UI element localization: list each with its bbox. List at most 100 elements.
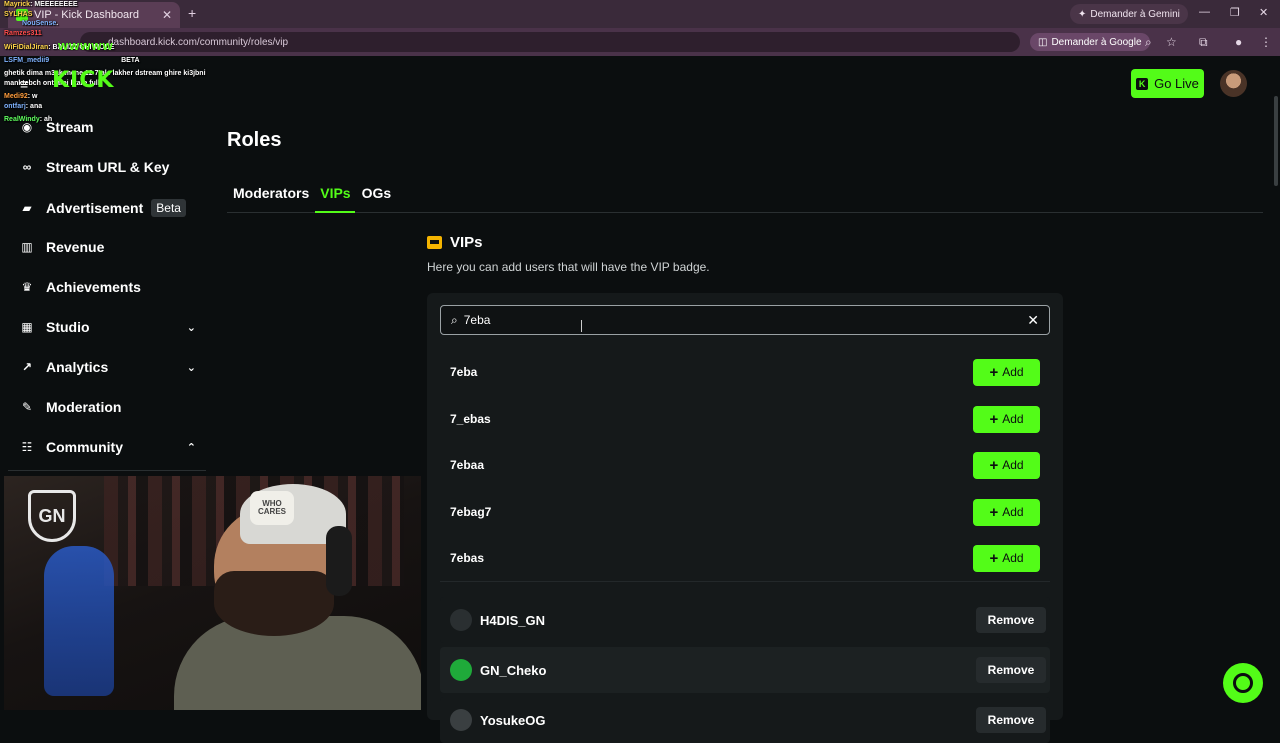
role-tabs: Moderators VIPs OGs — [233, 185, 402, 201]
search-input[interactable]: ⌕ 7eba ✕ — [440, 305, 1050, 335]
community-icon: ☷ — [21, 440, 33, 454]
add-vip-button[interactable]: + Add — [973, 544, 1040, 572]
google-chip-label: Demander à Google — [1051, 36, 1142, 48]
chevron-up-icon[interactable]: ⌃ — [187, 441, 196, 454]
wrench-icon: ✎ — [21, 400, 33, 414]
add-vip-button[interactable]: + Add — [973, 451, 1040, 479]
search-result-item: 7eba + Add — [440, 349, 1050, 395]
close-window-icon[interactable]: ✕ — [1259, 6, 1268, 19]
chat-line: WiFiDialJiran: BALIZZ CHI MODE — [4, 44, 115, 51]
result-username: 7eba — [450, 365, 478, 379]
sidebar-divider — [8, 470, 206, 471]
chart-icon: ▥ — [21, 240, 33, 254]
search-icon: ⌕ — [451, 312, 458, 327]
chat-line: LSFM_medii9 BETA — [4, 56, 140, 64]
bookmark-star-icon[interactable]: ☆ — [1166, 35, 1177, 49]
user-avatar[interactable] — [1220, 70, 1247, 97]
vip-avatar — [450, 709, 472, 731]
vip-list-item: GN_Cheko Remove — [440, 647, 1050, 693]
section-header: VIPs — [427, 234, 483, 251]
page-title: Roles — [227, 129, 282, 151]
sidebar-item-label: Revenue — [46, 239, 105, 255]
vip-avatar — [450, 659, 472, 681]
gemini-chip[interactable]: ✦ Demander à Gemini — [1070, 4, 1188, 24]
extensions-icon[interactable]: ⧉ — [1199, 35, 1208, 50]
sidebar-item-studio[interactable]: ▦ Studio ⌄ — [20, 319, 196, 335]
go-live-button[interactable]: K Go Live — [1131, 69, 1204, 98]
headset-icon — [1233, 673, 1253, 693]
sidebar-item-community[interactable]: ☷ Community ⌃ — [20, 439, 196, 455]
vip-list-item: YosukeOG Remove — [440, 697, 1050, 743]
google-chip[interactable]: ◫ Demander à Google — [1030, 33, 1150, 51]
search-value: 7eba — [463, 313, 491, 327]
streamer-beard — [214, 571, 334, 636]
remove-vip-button[interactable]: Remove — [976, 657, 1046, 683]
remove-vip-button[interactable]: Remove — [976, 607, 1046, 633]
active-tab-indicator — [315, 211, 355, 213]
plus-icon: + — [989, 363, 999, 381]
text-cursor — [581, 320, 583, 332]
sidebar-item-achievements[interactable]: ♛ Achievements — [20, 279, 196, 295]
section-title: VIPs — [450, 234, 483, 251]
result-username: 7ebag7 — [450, 505, 492, 519]
hamburger-menu-icon[interactable]: ≡ — [20, 76, 28, 92]
sidebar-item-label: Analytics — [46, 359, 109, 375]
sidebar-item-advertisement[interactable]: ▰ Advertisement Beta — [20, 199, 196, 217]
tab-ogs[interactable]: OGs — [362, 185, 392, 201]
chat-line: Medi92: w — [4, 93, 38, 100]
sidebar-item-label: Achievements — [46, 279, 141, 295]
lens-icon: ◫ — [1038, 36, 1048, 48]
add-vip-button[interactable]: + Add — [973, 498, 1040, 526]
dropdown-divider — [440, 581, 1050, 582]
vip-username: GN_Cheko — [480, 662, 547, 678]
page-scrollbar[interactable] — [1274, 96, 1278, 186]
chat-overlay: Mayrick: MEEEEEEEE SYLHAS NouSense. Ramz… — [4, 0, 224, 125]
restore-icon[interactable]: ❐ — [1230, 6, 1240, 19]
add-vip-button[interactable]: + Add — [973, 405, 1040, 433]
webcam-overlay: GN WHO CARES — [4, 476, 421, 710]
beta-badge: Beta — [151, 199, 186, 217]
search-result-item: 7_ebas + Add — [440, 396, 1050, 442]
help-chat-button[interactable] — [1223, 663, 1263, 703]
kick-overlay-logo: KICK — [52, 68, 115, 93]
kick-logo-icon: K — [1136, 77, 1149, 90]
link-icon: ∞ — [22, 160, 32, 174]
remove-vip-button[interactable]: Remove — [976, 707, 1046, 733]
chat-line: SYLHAS — [4, 10, 33, 18]
chevron-down-icon[interactable]: ⌄ — [187, 361, 196, 374]
result-username: 7ebas — [450, 551, 485, 565]
zoom-icon[interactable]: ⌕ — [1145, 35, 1152, 50]
profile-icon[interactable]: ● — [1235, 35, 1242, 49]
sidebar-item-moderation[interactable]: ✎ Moderation — [20, 399, 196, 415]
trophy-icon: ♛ — [21, 280, 33, 294]
section-description: Here you can add users that will have th… — [427, 260, 710, 274]
sidebar-item-label: Studio — [46, 319, 90, 335]
chat-line: RealWindy: ah — [4, 116, 53, 123]
add-vip-button[interactable]: + Add — [973, 358, 1040, 386]
minimize-icon[interactable]: — — [1199, 6, 1210, 18]
gemini-chip-label: Demander à Gemini — [1090, 8, 1180, 20]
result-username: 7ebaa — [450, 458, 485, 472]
chevron-down-icon[interactable]: ⌄ — [187, 321, 196, 334]
search-result-item: 7ebas + Add — [440, 535, 1050, 581]
clear-search-icon[interactable]: ✕ — [1027, 312, 1039, 329]
anime-figure — [44, 546, 114, 696]
plus-icon: + — [989, 410, 999, 428]
overlay-wave-text: wwwww — [58, 38, 114, 53]
sidebar-item-label: Stream URL & Key — [46, 159, 170, 175]
chat-line: ontfarj: ana — [4, 102, 43, 110]
tab-vips[interactable]: VIPs — [320, 185, 350, 201]
sidebar-item-label: Advertisement — [46, 200, 144, 216]
sidebar-item-analytics[interactable]: ↗ Analytics ⌄ — [20, 359, 196, 375]
gn-logo: GN — [28, 490, 76, 542]
sidebar-item-label: Community — [46, 439, 123, 455]
tab-moderators[interactable]: Moderators — [233, 185, 309, 201]
sidebar-item-revenue[interactable]: ▥ Revenue — [20, 239, 196, 255]
menu-dots-icon[interactable]: ⋮ — [1260, 35, 1272, 49]
vip-username: H4DIS_GN — [480, 612, 546, 628]
chat-line: Mayrick: MEEEEEEEE — [4, 1, 78, 8]
sparkle-icon: ✦ — [1078, 8, 1087, 20]
chat-line: NouSense. — [22, 20, 59, 27]
sidebar-item-stream-url-key[interactable]: ∞ Stream URL & Key — [20, 159, 196, 175]
vip-username: YosukeOG — [480, 712, 546, 728]
